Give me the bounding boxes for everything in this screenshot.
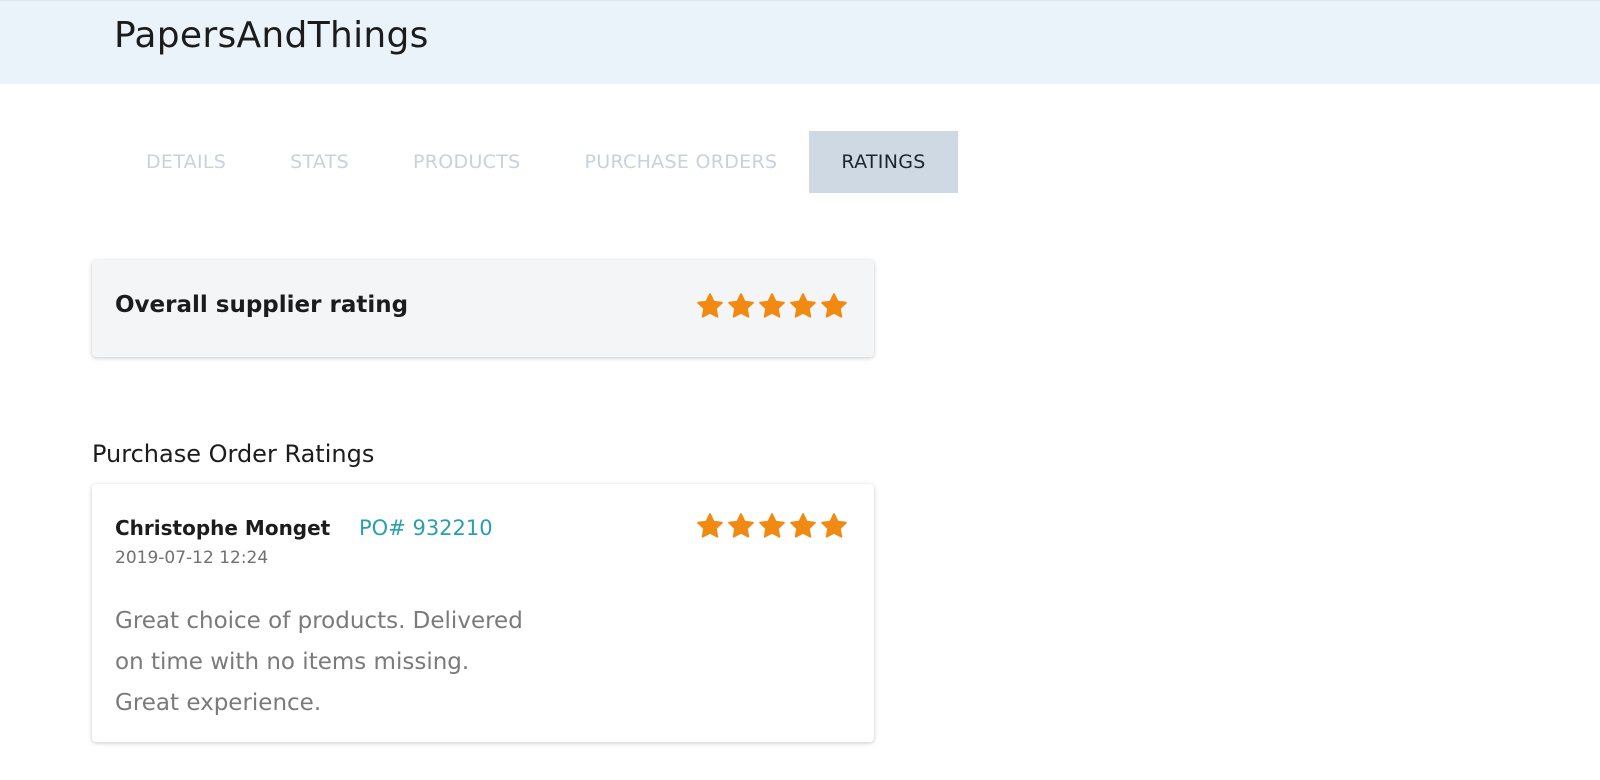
po-number-link[interactable]: PO# 932210	[359, 516, 493, 540]
star-icon	[759, 513, 785, 538]
po-rating-card: Christophe Monget PO# 932210 2019-07-12 …	[92, 484, 874, 742]
tab-purchase-orders[interactable]: PURCHASE ORDERS	[553, 131, 810, 193]
tab-ratings[interactable]: RATINGS	[809, 131, 958, 193]
star-icon	[759, 293, 785, 318]
star-icon	[728, 513, 754, 538]
app-title: PapersAndThings	[114, 15, 429, 56]
star-icon	[821, 513, 847, 538]
star-icon	[790, 293, 816, 318]
star-icon	[821, 293, 847, 318]
star-icon	[728, 293, 754, 318]
rating-comment: Great choice of products. Delivered on t…	[115, 608, 523, 716]
app-header: PapersAndThings	[0, 0, 1600, 84]
tab-stats[interactable]: STATS	[258, 131, 381, 193]
tab-details[interactable]: DETAILS	[114, 131, 258, 193]
tab-products[interactable]: PRODUCTS	[381, 131, 552, 193]
reviewer-name: Christophe Monget	[115, 516, 331, 540]
overall-rating-label: Overall supplier rating	[115, 292, 409, 318]
rating-timestamp: 2019-07-12 12:24	[115, 548, 269, 568]
star-icon	[790, 513, 816, 538]
overall-rating-card: Overall supplier rating	[92, 260, 874, 357]
star-icon	[697, 513, 723, 538]
tab-bar: DETAILS STATS PRODUCTS PURCHASE ORDERS R…	[114, 131, 958, 193]
section-title-po-ratings: Purchase Order Ratings	[92, 440, 375, 468]
star-icon	[697, 293, 723, 318]
po-rating-stars	[696, 512, 848, 540]
overall-rating-stars	[696, 292, 848, 320]
